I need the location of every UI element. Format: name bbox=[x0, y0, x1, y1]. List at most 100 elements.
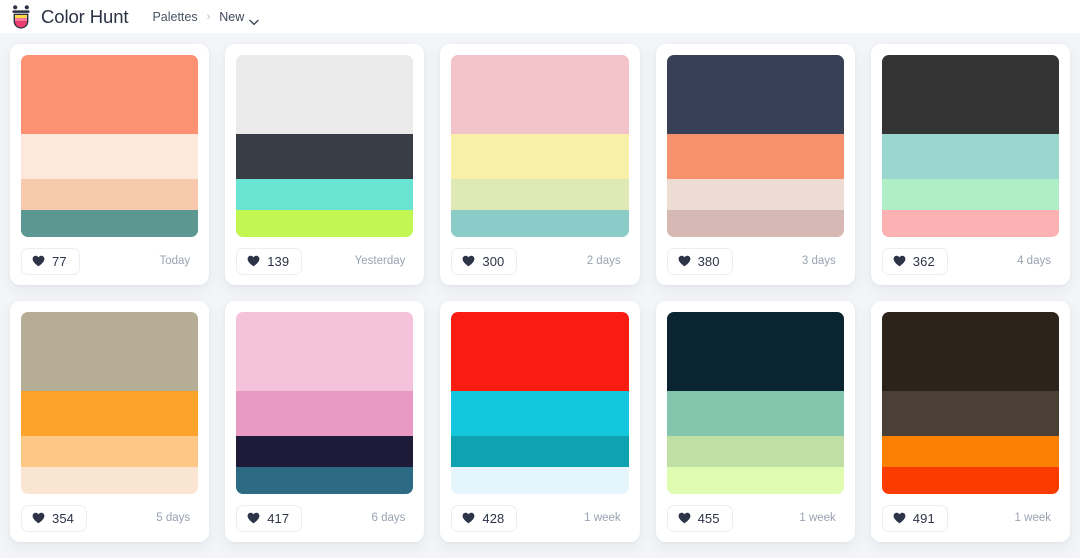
palette-swatches[interactable] bbox=[451, 55, 629, 237]
palette-grid: 77 Today 139 Yesterday 300 2 days 380 3 … bbox=[0, 33, 1080, 542]
palette-swatches[interactable] bbox=[21, 55, 199, 237]
palette-color-1[interactable] bbox=[21, 55, 199, 135]
heart-icon bbox=[893, 512, 906, 524]
palette-color-3[interactable] bbox=[21, 435, 199, 467]
palette-color-3[interactable] bbox=[21, 178, 199, 210]
palette-card-footer: 491 1 week bbox=[881, 494, 1059, 542]
palette-card-10[interactable]: 491 1 week bbox=[870, 301, 1070, 542]
palette-color-2[interactable] bbox=[881, 134, 1059, 179]
palette-color-3[interactable] bbox=[451, 435, 629, 467]
palette-color-3[interactable] bbox=[881, 178, 1059, 210]
palette-card-9[interactable]: 455 1 week bbox=[655, 301, 855, 542]
palette-card-5[interactable]: 362 4 days bbox=[870, 44, 1070, 285]
palette-age: Today bbox=[159, 255, 191, 267]
palette-color-4[interactable] bbox=[236, 466, 414, 494]
palette-swatches[interactable] bbox=[881, 55, 1059, 237]
palette-color-4[interactable] bbox=[451, 209, 629, 237]
palette-swatches[interactable] bbox=[666, 312, 844, 494]
palette-color-2[interactable] bbox=[666, 391, 844, 436]
palette-color-3[interactable] bbox=[236, 178, 414, 210]
palette-age: 4 days bbox=[1017, 255, 1051, 267]
palette-color-2[interactable] bbox=[21, 391, 199, 436]
palette-card-footer: 380 3 days bbox=[666, 237, 844, 285]
palette-color-4[interactable] bbox=[666, 209, 844, 237]
palette-age: 1 week bbox=[799, 512, 836, 524]
palette-card-6[interactable]: 354 5 days bbox=[10, 301, 210, 542]
palette-color-1[interactable] bbox=[881, 312, 1059, 392]
breadcrumb-sort-dropdown[interactable]: New bbox=[219, 9, 259, 25]
palette-card-1[interactable]: 77 Today bbox=[10, 44, 210, 285]
palette-color-3[interactable] bbox=[881, 435, 1059, 467]
like-button[interactable]: 380 bbox=[666, 247, 733, 275]
like-button[interactable]: 77 bbox=[21, 247, 80, 275]
like-button[interactable]: 362 bbox=[881, 247, 948, 275]
like-button[interactable]: 491 bbox=[881, 504, 948, 532]
palette-color-1[interactable] bbox=[451, 55, 629, 135]
palette-color-4[interactable] bbox=[21, 209, 199, 237]
palette-swatches[interactable] bbox=[666, 55, 844, 237]
palette-color-2[interactable] bbox=[451, 391, 629, 436]
palette-card-7[interactable]: 417 6 days bbox=[225, 301, 425, 542]
palette-color-3[interactable] bbox=[666, 435, 844, 467]
like-button[interactable]: 300 bbox=[451, 247, 518, 275]
palette-age: 6 days bbox=[371, 512, 406, 524]
like-button[interactable]: 417 bbox=[236, 504, 303, 532]
palette-color-2[interactable] bbox=[451, 134, 629, 179]
palette-card-4[interactable]: 380 3 days bbox=[655, 44, 855, 285]
palette-color-4[interactable] bbox=[21, 466, 199, 494]
palette-color-2[interactable] bbox=[236, 134, 414, 179]
palette-color-1[interactable] bbox=[21, 312, 199, 392]
palette-color-1[interactable] bbox=[666, 312, 844, 392]
palette-age: 3 days bbox=[801, 255, 836, 267]
palette-color-1[interactable] bbox=[236, 312, 414, 392]
heart-icon bbox=[462, 512, 475, 524]
like-count: 428 bbox=[482, 510, 505, 526]
palette-color-3[interactable] bbox=[236, 435, 414, 467]
heart-icon bbox=[32, 512, 45, 524]
breadcrumb-current-label: New bbox=[219, 9, 245, 24]
palette-color-4[interactable] bbox=[666, 466, 844, 494]
palette-color-2[interactable] bbox=[666, 134, 844, 179]
like-count: 354 bbox=[52, 510, 74, 526]
palette-color-4[interactable] bbox=[881, 466, 1059, 494]
palette-card-footer: 354 5 days bbox=[21, 494, 198, 542]
palette-swatches[interactable] bbox=[451, 312, 629, 494]
palette-swatches[interactable] bbox=[236, 312, 414, 494]
palette-age: Yesterday bbox=[354, 255, 406, 267]
heart-icon bbox=[678, 512, 691, 524]
palette-color-3[interactable] bbox=[666, 178, 844, 210]
palette-color-4[interactable] bbox=[881, 209, 1059, 237]
breadcrumb-palettes[interactable]: Palettes bbox=[152, 10, 197, 24]
palette-color-4[interactable] bbox=[236, 209, 414, 237]
like-button[interactable]: 139 bbox=[236, 247, 303, 275]
palette-swatches[interactable] bbox=[21, 312, 199, 494]
heart-icon bbox=[462, 255, 475, 267]
heart-icon bbox=[247, 255, 260, 267]
breadcrumb-separator-icon: › bbox=[206, 10, 211, 23]
palette-swatches[interactable] bbox=[881, 312, 1059, 494]
palette-card-footer: 455 1 week bbox=[666, 494, 844, 542]
palette-color-1[interactable] bbox=[236, 55, 414, 135]
like-button[interactable]: 455 bbox=[666, 504, 733, 532]
like-button[interactable]: 354 bbox=[21, 504, 87, 532]
palette-color-4[interactable] bbox=[451, 466, 629, 494]
like-count: 77 bbox=[52, 253, 67, 269]
like-count: 417 bbox=[267, 510, 290, 526]
palette-card-footer: 417 6 days bbox=[236, 494, 413, 542]
palette-color-1[interactable] bbox=[666, 55, 844, 135]
palette-color-1[interactable] bbox=[451, 312, 629, 392]
palette-color-1[interactable] bbox=[881, 55, 1059, 135]
palette-swatches[interactable] bbox=[236, 55, 414, 237]
palette-color-2[interactable] bbox=[236, 391, 414, 436]
palette-age: 1 week bbox=[584, 512, 621, 524]
palette-card-3[interactable]: 300 2 days bbox=[440, 44, 640, 285]
palette-card-8[interactable]: 428 1 week bbox=[440, 301, 640, 542]
palette-color-3[interactable] bbox=[451, 178, 629, 210]
brand-logo-link[interactable]: Color Hunt bbox=[10, 4, 129, 29]
palette-color-2[interactable] bbox=[881, 391, 1059, 436]
palette-card-2[interactable]: 139 Yesterday bbox=[225, 44, 425, 285]
like-button[interactable]: 428 bbox=[451, 504, 518, 532]
palette-age: 1 week bbox=[1014, 512, 1051, 524]
palette-color-2[interactable] bbox=[21, 134, 199, 179]
palette-card-footer: 300 2 days bbox=[451, 237, 628, 285]
